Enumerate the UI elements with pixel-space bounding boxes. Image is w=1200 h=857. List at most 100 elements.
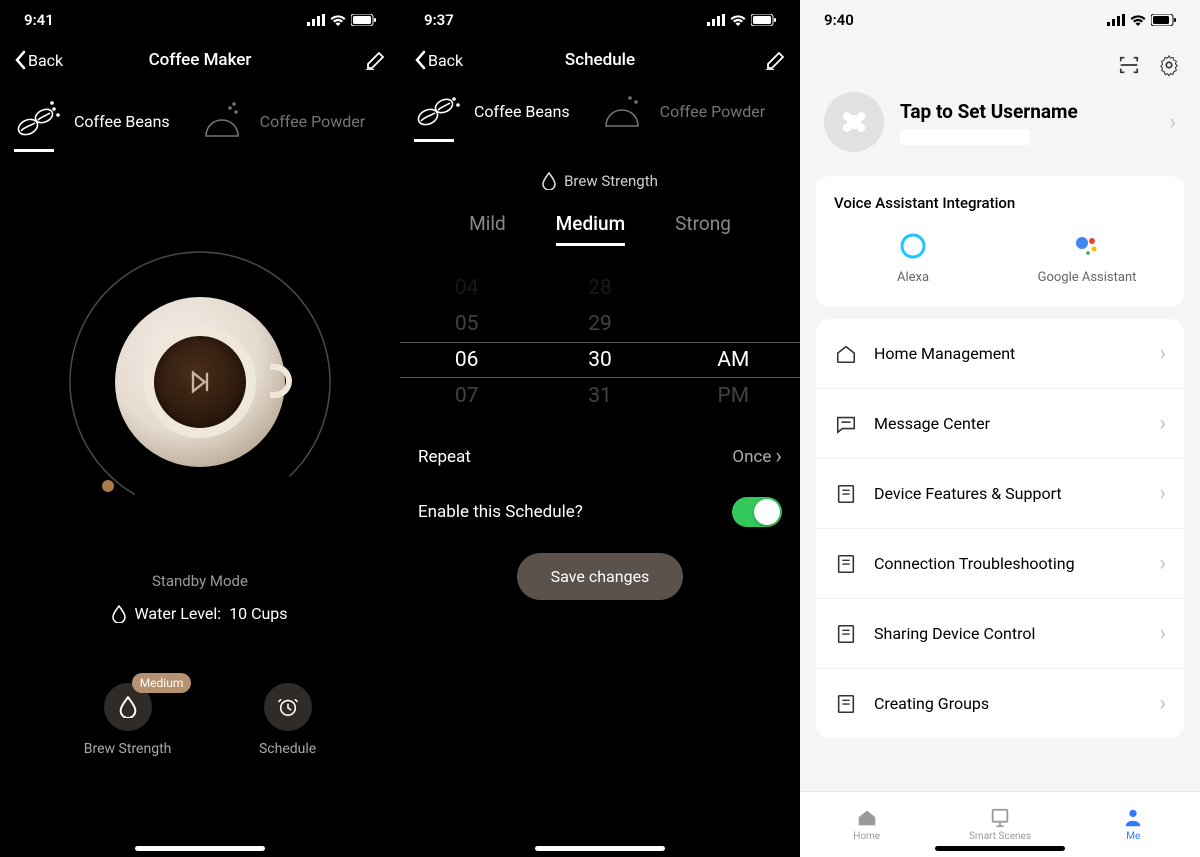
cellular-icon — [1107, 14, 1125, 26]
tab-coffee-beans[interactable]: Coffee Beans — [14, 100, 170, 142]
back-label: Back — [428, 51, 463, 70]
play-icon[interactable] — [186, 368, 214, 396]
alexa-label: Alexa — [897, 270, 929, 285]
tab-home[interactable]: Home — [800, 792, 933, 857]
tab-me[interactable]: Me — [1067, 792, 1200, 857]
profile-row[interactable]: Tap to Set Username — [800, 76, 1200, 176]
home-icon — [855, 807, 879, 829]
wifi-icon — [330, 14, 346, 26]
tab-coffee-beans[interactable]: Coffee Beans — [414, 90, 570, 132]
screen-coffee-maker: 9:41 Back Coffee Maker Coffee Beans Coff… — [0, 0, 400, 857]
document-icon — [834, 552, 858, 576]
wifi-icon — [730, 14, 746, 26]
menu-device-sharing[interactable]: Sharing Device Control — [816, 599, 1184, 669]
page-title: Schedule — [565, 50, 635, 70]
home-indicator[interactable] — [135, 846, 265, 851]
tab-coffee-powder[interactable]: Coffee Powder — [600, 90, 765, 132]
save-changes-button[interactable]: Save changes — [517, 553, 684, 600]
alexa-icon — [899, 232, 927, 260]
chevron-left-icon — [414, 50, 426, 70]
avatar-placeholder-icon — [837, 105, 871, 139]
water-label: Water Level: — [134, 604, 221, 623]
menu-message-center[interactable]: Message Center — [816, 389, 1184, 459]
status-icons — [1107, 14, 1176, 26]
voice-assistant-card: Voice Assistant Integration Alexa Google… — [816, 176, 1184, 307]
google-assistant-button[interactable]: Google Assistant — [1000, 232, 1174, 285]
screen-schedule: 9:37 Back Schedule Coffee Beans Coffee P… — [400, 0, 800, 857]
strength-strong[interactable]: Strong — [675, 212, 731, 246]
chevron-right-icon — [1159, 411, 1166, 436]
strength-medium[interactable]: Medium — [556, 212, 625, 246]
drop-icon — [542, 172, 556, 190]
document-icon — [834, 482, 858, 506]
brew-strength-button[interactable]: Medium Brew Strength — [84, 683, 172, 757]
home-indicator[interactable] — [935, 846, 1065, 851]
water-value: 10 Cups — [229, 604, 287, 623]
status-time: 9:37 — [424, 11, 454, 29]
chevron-right-icon — [1159, 691, 1166, 716]
email-redacted — [900, 129, 1030, 145]
username-label: Tap to Set Username — [900, 100, 1153, 123]
settings-icon[interactable] — [1158, 54, 1180, 76]
home-indicator[interactable] — [535, 846, 665, 851]
settings-menu-card: Home Management Message Center Device Fe… — [816, 319, 1184, 738]
status-bar: 9:40 — [800, 0, 1200, 40]
google-assistant-icon — [1073, 232, 1101, 260]
status-time: 9:40 — [824, 11, 854, 29]
enable-label: Enable this Schedule? — [418, 502, 583, 522]
time-picker[interactable]: 0428 0529 0630AM 0731PM — [400, 270, 800, 430]
google-label: Google Assistant — [1038, 270, 1137, 285]
alexa-button[interactable]: Alexa — [826, 232, 1000, 285]
nav-bar: Back Schedule — [400, 40, 800, 80]
coffee-powder-icon — [600, 90, 648, 132]
repeat-value: Once — [732, 444, 782, 469]
menu-network-diagnosis[interactable]: Connection Troubleshooting — [816, 529, 1184, 599]
edit-icon[interactable] — [366, 50, 386, 70]
repeat-row[interactable]: Repeat Once — [400, 430, 800, 483]
screen-me: 9:40 Tap to Set Username Voice Assistant… — [800, 0, 1200, 857]
enable-schedule-row: Enable this Schedule? — [400, 483, 800, 541]
back-button[interactable]: Back — [14, 50, 63, 70]
water-level: Water Level: 10 Cups — [0, 604, 400, 623]
menu-faq[interactable]: Device Features & Support — [816, 459, 1184, 529]
battery-icon — [351, 14, 376, 26]
picker-ampm: AM — [667, 348, 800, 372]
chevron-right-icon — [1159, 551, 1166, 576]
battery-icon — [751, 14, 776, 26]
coffee-cup-image — [110, 292, 290, 472]
menu-home-management[interactable]: Home Management — [816, 319, 1184, 389]
battery-icon — [1151, 14, 1176, 26]
chevron-right-icon — [1159, 621, 1166, 646]
tab-beans-label: Coffee Beans — [474, 102, 570, 121]
back-button[interactable]: Back — [414, 50, 463, 70]
document-icon — [834, 622, 858, 646]
status-bar: 9:37 — [400, 0, 800, 40]
brew-dial[interactable] — [50, 232, 350, 532]
alarm-icon — [277, 696, 299, 718]
status-icons — [307, 14, 376, 26]
strength-badge: Medium — [132, 673, 192, 693]
document-icon — [834, 692, 858, 716]
strength-mild[interactable]: Mild — [469, 212, 506, 246]
schedule-label: Schedule — [259, 741, 316, 757]
cellular-icon — [707, 14, 725, 26]
coffee-beans-icon — [14, 100, 62, 142]
schedule-button[interactable]: Schedule — [259, 683, 316, 757]
menu-create-group[interactable]: Creating Groups — [816, 669, 1184, 738]
bottom-controls: Medium Brew Strength Schedule — [0, 683, 400, 757]
cellular-icon — [307, 14, 325, 26]
dial-handle[interactable] — [102, 480, 114, 492]
edit-icon[interactable] — [766, 50, 786, 70]
drop-icon — [118, 696, 138, 718]
coffee-type-tabs: Coffee Beans Coffee Powder — [400, 80, 800, 142]
enable-schedule-toggle[interactable] — [732, 497, 782, 527]
me-icon — [1121, 807, 1145, 829]
chevron-right-icon — [1159, 481, 1166, 506]
coffee-type-tabs: Coffee Beans Coffee Powder — [0, 80, 400, 152]
scan-icon[interactable] — [1118, 54, 1140, 76]
chevron-right-icon — [775, 444, 782, 469]
water-drop-icon — [112, 605, 126, 623]
tab-coffee-powder[interactable]: Coffee Powder — [200, 100, 365, 142]
coffee-beans-icon — [414, 90, 462, 132]
status-icons — [707, 14, 776, 26]
